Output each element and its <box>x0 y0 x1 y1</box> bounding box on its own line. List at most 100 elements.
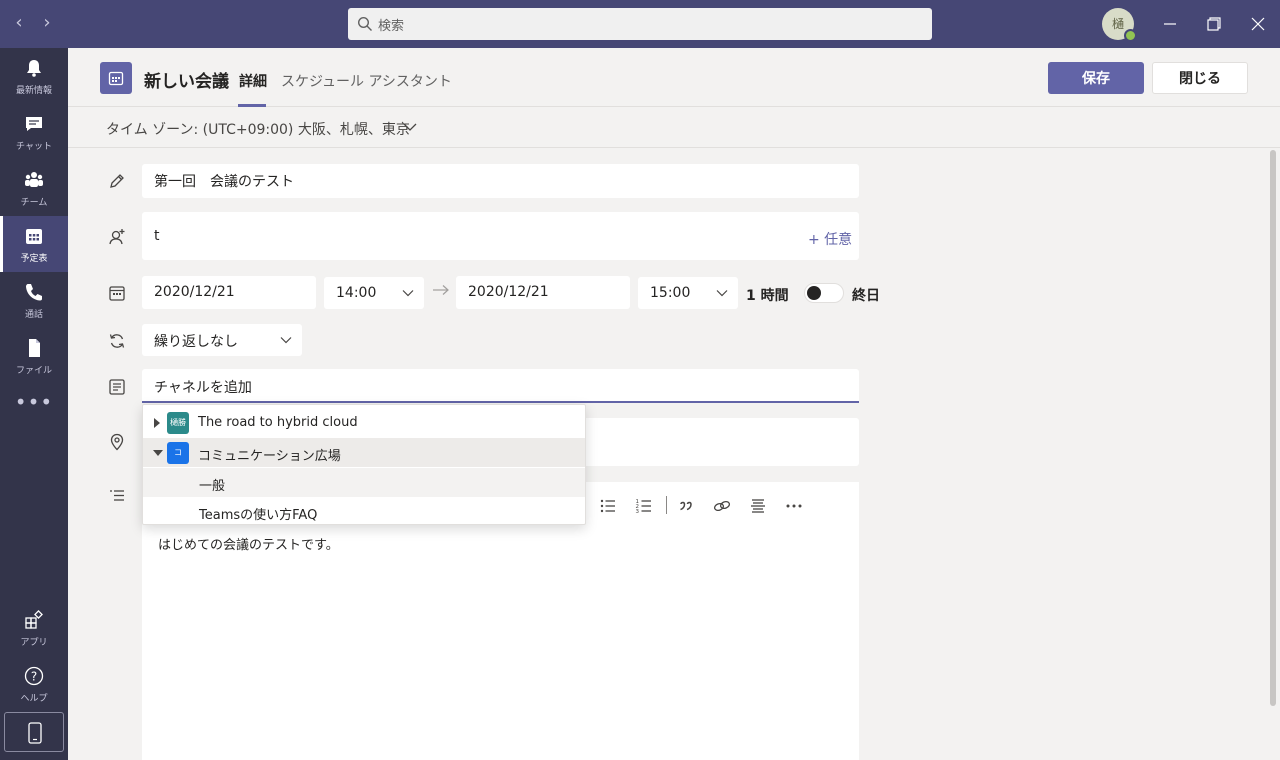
duration-label: 1 時間 <box>746 288 789 304</box>
rail-label: 通話 <box>24 310 43 320</box>
phone-icon <box>26 284 42 301</box>
repeat-select[interactable]: 繰り返しなし <box>142 324 302 356</box>
more-options-icon[interactable] <box>784 496 804 516</box>
caret-down-icon[interactable] <box>153 449 163 457</box>
arrow-right-icon <box>433 285 449 295</box>
rail-label: アプリ <box>20 638 48 648</box>
tab-scheduling-assistant[interactable]: スケジュール アシスタント <box>281 71 452 91</box>
rail-item-files[interactable]: ファイル <box>0 328 68 384</box>
toolbar-divider <box>666 496 667 514</box>
add-people-icon <box>109 229 125 245</box>
team-row[interactable]: コ コミュニケーション広場 <box>143 438 585 467</box>
search-placeholder: 検索 <box>378 19 405 34</box>
channel-row[interactable]: 一般 <box>143 468 585 497</box>
rail-item-help[interactable]: ? ヘルプ <box>0 656 68 712</box>
channel-dropdown: 樋勝 The road to hybrid cloud コ コミュニケーション広… <box>142 404 586 525</box>
app-rail: 最新情報 チャット チーム 予定表 通話 ファイル ••• アプリ ? ヘルプ <box>0 48 68 760</box>
channel-name: Teamsの使い方FAQ <box>199 508 318 523</box>
chevron-down-icon[interactable] <box>403 122 417 132</box>
forward-arrow-icon[interactable]: › <box>36 12 58 34</box>
help-icon: ? <box>24 666 44 686</box>
page-title: 新しい会議 <box>144 72 229 92</box>
calendar-icon <box>108 71 124 86</box>
end-date-value: 2020/12/21 <box>468 284 549 300</box>
channel-row[interactable]: Teamsの使い方FAQ <box>143 497 585 526</box>
close-window-icon[interactable] <box>1246 12 1270 36</box>
rail-item-teams[interactable]: チーム <box>0 160 68 216</box>
title-value: 第一回 会議のテスト <box>154 174 294 190</box>
chat-icon <box>26 117 42 131</box>
back-arrow-icon[interactable]: ‹ <box>8 12 30 34</box>
search-icon <box>357 16 372 31</box>
bulleted-list-icon[interactable] <box>598 496 618 516</box>
start-date-value: 2020/12/21 <box>154 284 235 300</box>
scrollbar[interactable] <box>1270 150 1276 706</box>
rail-item-chat[interactable]: チャット <box>0 104 68 160</box>
bell-icon <box>27 60 41 77</box>
chevron-down-icon <box>280 337 292 344</box>
meeting-app-icon <box>100 62 132 94</box>
team-name: The road to hybrid cloud <box>198 415 358 430</box>
close-button[interactable]: 閉じる <box>1152 62 1248 94</box>
channel-icon <box>109 379 125 395</box>
toggle-knob <box>807 286 821 300</box>
mobile-phone-icon <box>28 722 42 744</box>
restore-icon[interactable] <box>1202 12 1226 36</box>
rail-item-apps[interactable]: アプリ <box>0 600 68 656</box>
avatar-initial: 樋 <box>1111 17 1124 31</box>
timezone-bar: タイム ゾーン: (UTC+09:00) 大阪、札幌、東京 <box>68 108 1280 148</box>
quote-icon[interactable] <box>676 496 696 516</box>
attendees-field[interactable]: t <box>142 212 859 260</box>
team-name: コミュニケーション広場 <box>198 449 341 464</box>
start-date-field[interactable]: 2020/12/21 <box>142 276 316 309</box>
minimize-icon[interactable] <box>1158 12 1182 36</box>
tab-details[interactable]: 詳細 <box>239 71 267 91</box>
chevron-down-icon <box>402 290 414 297</box>
channel-input[interactable]: チャネルを追加 <box>142 369 859 403</box>
save-button[interactable]: 保存 <box>1048 62 1144 94</box>
rail-item-calls[interactable]: 通話 <box>0 272 68 328</box>
pencil-icon <box>110 174 124 188</box>
calendar-icon <box>109 286 125 301</box>
active-tab-indicator <box>238 104 266 107</box>
repeat-value: 繰り返しなし <box>154 334 238 350</box>
strikethrough-icon[interactable] <box>748 496 768 516</box>
avatar[interactable]: 樋 <box>1102 8 1137 42</box>
start-time-value: 14:00 <box>336 285 377 301</box>
rail-label: 予定表 <box>20 254 48 264</box>
rail-label: チャット <box>16 142 52 152</box>
rail-item-activity[interactable]: 最新情報 <box>0 48 68 104</box>
chevron-down-icon <box>716 290 728 297</box>
team-avatar: 樋勝 <box>167 412 189 434</box>
search-input[interactable]: 検索 <box>348 8 932 40</box>
title-bar: ‹ › 検索 樋 <box>0 0 1280 48</box>
rail-label: ファイル <box>15 366 52 376</box>
timezone-selector[interactable]: タイム ゾーン: (UTC+09:00) 大阪、札幌、東京 <box>106 119 410 139</box>
link-icon[interactable] <box>712 496 732 516</box>
rail-label: ヘルプ <box>20 694 48 704</box>
mobile-app-button[interactable] <box>4 712 64 752</box>
details-list-icon <box>110 490 124 501</box>
editor-body-text: はじめての会議のテストです。 <box>158 538 339 553</box>
repeat-icon <box>109 334 125 348</box>
allday-label: 終日 <box>852 288 880 304</box>
more-apps-icon[interactable]: ••• <box>0 390 68 414</box>
title-field[interactable]: 第一回 会議のテスト <box>142 164 859 198</box>
allday-toggle[interactable] <box>804 283 844 303</box>
status-available-icon <box>1124 29 1137 42</box>
channel-placeholder: チャネルを追加 <box>154 380 252 396</box>
caret-right-icon[interactable] <box>153 418 161 428</box>
end-time-select[interactable]: 15:00 <box>638 277 738 309</box>
add-optional-attendee-link[interactable]: + 任意 <box>808 229 852 249</box>
numbered-list-icon[interactable]: 123 <box>634 496 654 516</box>
meeting-header: 新しい会議 詳細 スケジュール アシスタント 保存 閉じる <box>68 48 1280 107</box>
rail-item-calendar[interactable]: 予定表 <box>0 216 68 272</box>
start-time-select[interactable]: 14:00 <box>324 277 424 309</box>
channel-name: 一般 <box>199 479 226 494</box>
end-date-field[interactable]: 2020/12/21 <box>456 276 630 309</box>
attendees-value: t <box>154 228 160 244</box>
apps-icon <box>25 610 43 629</box>
team-avatar: コ <box>167 442 189 464</box>
calendar-icon <box>26 229 42 244</box>
team-row[interactable]: 樋勝 The road to hybrid cloud <box>143 408 585 437</box>
